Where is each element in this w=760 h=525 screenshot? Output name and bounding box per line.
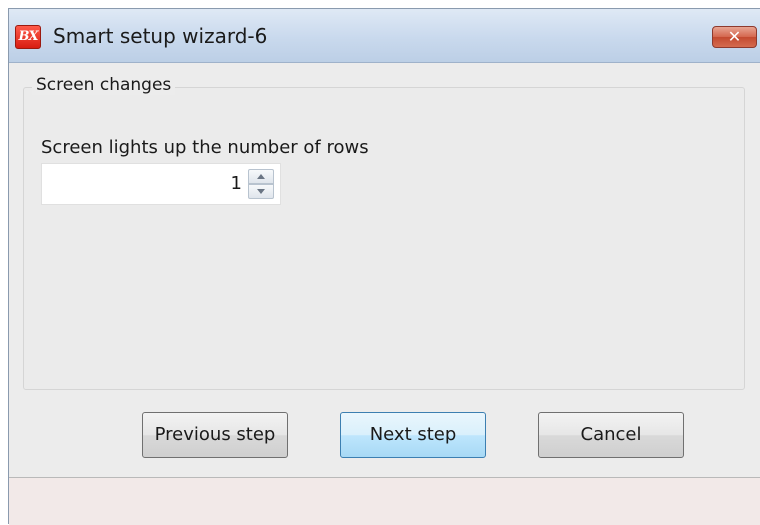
window-title: Smart setup wizard-6 [53,24,268,48]
previous-step-button[interactable]: Previous step [142,412,288,458]
arrow-down-icon [257,189,265,194]
rows-spinbox[interactable] [41,163,281,205]
spin-down-button[interactable] [248,184,274,199]
rows-input[interactable] [182,173,242,194]
cancel-button[interactable]: Cancel [538,412,684,458]
close-button[interactable]: ✕ [712,26,757,48]
wizard-window: BX Smart setup wizard-6 ✕ Screen changes… [8,8,760,525]
next-step-button[interactable]: Next step [340,412,486,458]
screen-changes-group [23,87,745,390]
close-icon: ✕ [727,27,742,46]
bx-logo-icon: BX [15,25,41,49]
arrow-up-icon [257,174,265,179]
title-bar[interactable]: BX Smart setup wizard-6 ✕ [9,9,760,63]
status-bar [9,477,760,525]
spin-up-button[interactable] [248,169,274,184]
group-label: Screen changes [32,75,176,95]
rows-field-label: Screen lights up the number of rows [41,137,369,158]
